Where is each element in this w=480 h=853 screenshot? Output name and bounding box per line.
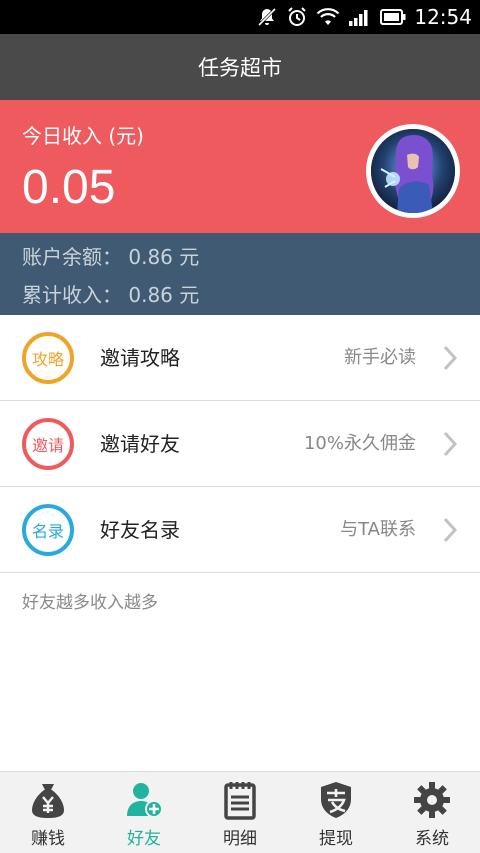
mute-icon [256, 6, 278, 28]
directory-badge-icon: 名录 [22, 504, 74, 556]
menu-item-hint: 新手必读 [344, 347, 416, 368]
avatar[interactable] [366, 124, 460, 218]
guide-badge-icon: 攻略 [22, 332, 74, 384]
tab-label: 系统 [415, 829, 449, 849]
alipay-shield-icon [321, 782, 351, 818]
income-panel: 今日收入 (元) 0.05 [0, 100, 480, 233]
tab-system[interactable]: 系统 [384, 772, 480, 853]
menu-item-hint: 与TA联系 [340, 519, 416, 540]
tab-details[interactable]: 明细 [192, 772, 288, 853]
tab-label: 明细 [223, 829, 257, 849]
total-income: 累计收入： 0.86 元 [22, 283, 200, 307]
status-bar: 12:54 [0, 0, 480, 34]
add-friend-icon [127, 783, 163, 818]
today-income-label: 今日收入 (元) [22, 124, 144, 148]
tab-withdraw[interactable]: 提现 [288, 772, 384, 853]
today-income-value: 0.05 [22, 161, 116, 214]
menu-item-label: 邀请攻略 [100, 346, 180, 370]
status-icons: 12:54 [256, 0, 472, 34]
menu-item-hint: 10%永久佣金 [303, 433, 416, 454]
guide-badge-text: 攻略 [31, 350, 64, 369]
bottom-tab-bar: 赚钱 好友 明细 提现 系统 [0, 771, 480, 853]
tab-friends[interactable]: 好友 [96, 772, 192, 853]
invite-badge-text: 邀请 [31, 436, 64, 455]
battery-icon [380, 8, 406, 26]
footer-tip: 好友越多收入越多 [22, 593, 158, 613]
account-panel: 账户余额： 0.86 元 累计收入： 0.86 元 [0, 233, 480, 315]
alarm-icon [286, 6, 308, 28]
menu-item-invite-guide[interactable]: 攻略 邀请攻略 新手必读 [0, 315, 480, 401]
status-time: 12:54 [414, 5, 472, 29]
tab-label: 赚钱 [31, 829, 65, 849]
gear-icon [414, 782, 450, 818]
menu-item-friend-list[interactable]: 名录 好友名录 与TA联系 [0, 487, 480, 573]
wifi-icon [316, 7, 340, 27]
chevron-right-icon [442, 430, 458, 462]
account-balance: 账户余额： 0.86 元 [22, 245, 200, 269]
tab-earn[interactable]: 赚钱 [0, 772, 96, 853]
chevron-right-icon [442, 516, 458, 548]
signal-icon [348, 7, 372, 27]
menu-item-label: 好友名录 [100, 518, 180, 542]
money-bag-icon [32, 784, 64, 818]
tab-label: 好友 [127, 829, 161, 849]
invite-badge-icon: 邀请 [22, 418, 74, 470]
menu-item-label: 邀请好友 [100, 432, 180, 456]
page-title: 任务超市 [0, 34, 480, 100]
directory-badge-text: 名录 [31, 522, 64, 541]
menu-item-invite-friends[interactable]: 邀请 邀请好友 10%永久佣金 [0, 401, 480, 487]
tab-label: 提现 [319, 829, 353, 849]
chevron-right-icon [442, 344, 458, 376]
notepad-icon [224, 782, 256, 820]
